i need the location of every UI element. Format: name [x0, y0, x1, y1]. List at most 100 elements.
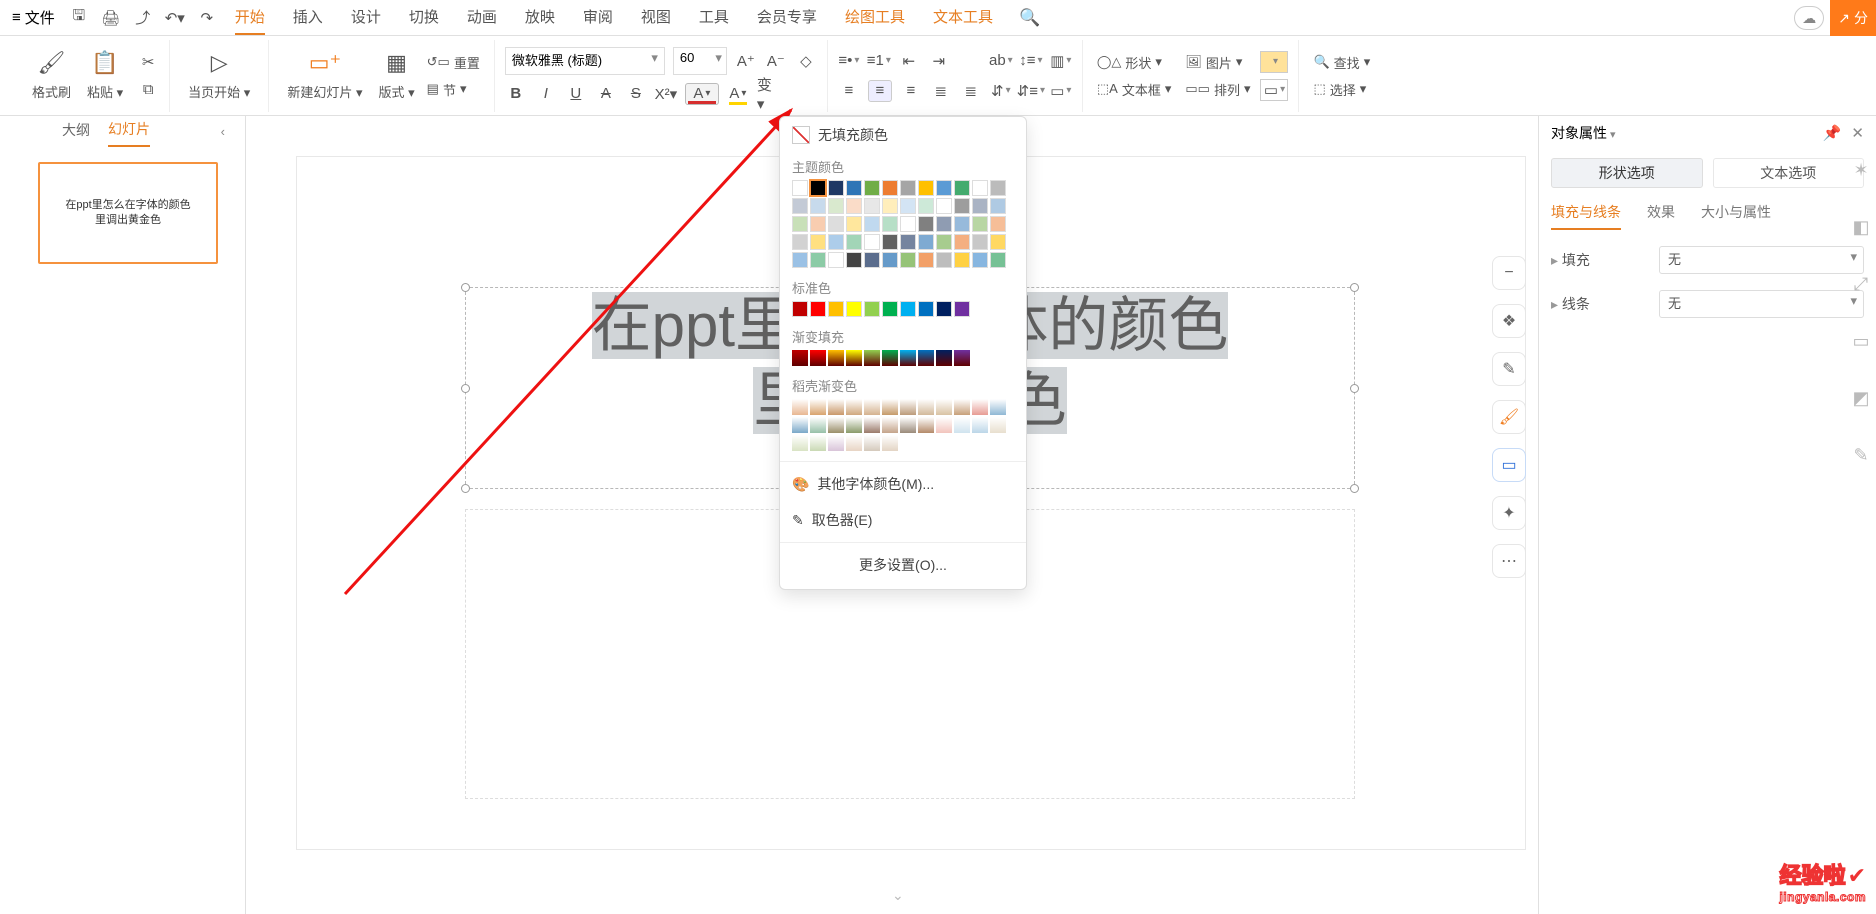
arrange-button[interactable]: ▭▭排列 ▾ [1181, 79, 1254, 100]
numbering-icon[interactable]: ≡1 [868, 50, 890, 72]
color-swatch[interactable] [990, 216, 1006, 232]
close-icon[interactable]: ✕ [1851, 124, 1864, 142]
format-painter-button[interactable]: 🖌格式刷 [24, 50, 79, 101]
cloud-icon[interactable]: ☁ [1794, 6, 1824, 30]
color-swatch[interactable] [792, 198, 808, 214]
align-right-icon[interactable]: ≡ [900, 80, 922, 102]
highlight-button[interactable]: A▾ [727, 83, 749, 105]
find-button[interactable]: 🔍查找 ▾ [1309, 52, 1374, 73]
color-swatch[interactable] [828, 198, 844, 214]
change-case-icon[interactable]: 变▾ [757, 83, 779, 105]
italic-icon[interactable]: I [535, 83, 557, 105]
distribute-icon[interactable]: ≣ [960, 80, 982, 102]
color-swatch[interactable] [972, 198, 988, 214]
tab-texttools[interactable]: 文本工具 [933, 0, 993, 35]
strike-icon[interactable]: A [595, 83, 617, 105]
color-swatch[interactable] [900, 180, 916, 196]
zoom-out-icon[interactable]: − [1492, 256, 1526, 290]
color-swatch[interactable] [900, 234, 916, 250]
strikethrough2-icon[interactable]: S [625, 83, 647, 105]
fill-label[interactable]: 填充 [1551, 250, 1659, 270]
section-button[interactable]: ▤节 ▾ [423, 79, 484, 100]
color-swatch[interactable] [810, 234, 826, 250]
gradient-swatch[interactable] [990, 417, 1006, 433]
dock-icon-3[interactable]: ⤢ [1854, 274, 1868, 295]
gradient-swatch[interactable] [864, 435, 880, 451]
color-swatch[interactable] [936, 301, 952, 317]
color-swatch[interactable] [954, 198, 970, 214]
color-swatch[interactable] [846, 234, 862, 250]
sub-fill-line[interactable]: 填充与线条 [1551, 202, 1621, 230]
eyedrop-icon[interactable]: ✎ [1492, 352, 1526, 386]
gradient-swatch[interactable] [954, 399, 970, 415]
dock-icon-5[interactable]: ◩ [1852, 388, 1869, 409]
gradient-swatch[interactable] [900, 399, 916, 415]
pin-icon[interactable]: 📌 [1823, 124, 1842, 142]
color-swatch[interactable] [882, 180, 898, 196]
reset-button[interactable]: ↺▭重置 [423, 52, 484, 73]
color-swatch[interactable] [864, 301, 880, 317]
color-swatch[interactable] [792, 216, 808, 232]
tab-show[interactable]: 放映 [525, 0, 555, 35]
gradient-swatch[interactable] [792, 417, 808, 433]
color-swatch[interactable] [972, 234, 988, 250]
inc-font-icon[interactable]: A⁺ [735, 50, 757, 72]
valign-icon[interactable]: ⇵ [990, 80, 1012, 102]
select-button[interactable]: ⬚选择 ▾ [1309, 79, 1374, 100]
color-swatch[interactable] [954, 234, 970, 250]
tab-animation[interactable]: 动画 [467, 0, 497, 35]
color-swatch[interactable] [954, 252, 970, 268]
align-left-icon[interactable]: ≡ [838, 80, 860, 102]
align-center-icon[interactable]: ≡ [868, 80, 892, 102]
color-swatch[interactable] [864, 252, 880, 268]
line-label[interactable]: 线条 [1551, 294, 1659, 314]
fill-select[interactable]: 无 [1659, 246, 1864, 274]
gradient-swatch[interactable] [936, 417, 952, 433]
color-swatch[interactable] [792, 301, 808, 317]
gradient-swatch[interactable] [792, 350, 808, 366]
line-spacing-icon[interactable]: ↕≡ [1020, 50, 1042, 72]
gradient-swatch[interactable] [864, 399, 880, 415]
gradient-swatch[interactable] [846, 417, 862, 433]
shapes-button[interactable]: ◯△形状 ▾ [1093, 52, 1176, 73]
gradient-swatch[interactable] [846, 350, 862, 366]
superscript-icon[interactable]: X²▾ [655, 83, 677, 105]
color-swatch[interactable] [864, 180, 880, 196]
search-icon[interactable]: 🔍 [1019, 8, 1040, 28]
color-swatch[interactable] [810, 180, 826, 196]
dock-icon-4[interactable]: ▭ [1852, 331, 1869, 352]
gradient-swatch[interactable] [882, 417, 898, 433]
gradient-swatch[interactable] [900, 350, 916, 366]
panel-tab-outline[interactable]: 大纲 [62, 120, 90, 146]
gradient-swatch[interactable] [792, 399, 808, 415]
color-swatch[interactable] [864, 198, 880, 214]
color-swatch[interactable] [846, 198, 862, 214]
sub-effect[interactable]: 效果 [1647, 202, 1675, 230]
color-swatch[interactable] [810, 216, 826, 232]
align-justify-icon[interactable]: ≣ [930, 80, 952, 102]
play-from-button[interactable]: ▷当页开始 ▾ [180, 50, 258, 101]
bold-icon[interactable]: B [505, 83, 527, 105]
gradient-swatch[interactable] [972, 417, 988, 433]
color-swatch[interactable] [936, 252, 952, 268]
gradient-swatch[interactable] [882, 350, 898, 366]
color-swatch[interactable] [846, 180, 862, 196]
gradient-swatch[interactable] [936, 399, 952, 415]
tab-text-options[interactable]: 文本选项 [1713, 158, 1865, 188]
color-swatch[interactable] [864, 216, 880, 232]
gradient-swatch[interactable] [792, 435, 808, 451]
color-swatch[interactable] [900, 198, 916, 214]
gradient-swatch[interactable] [882, 435, 898, 451]
tab-shape-options[interactable]: 形状选项 [1551, 158, 1703, 188]
gradient-swatch[interactable] [828, 417, 844, 433]
layers-icon[interactable]: ❖ [1492, 304, 1526, 338]
color-swatch[interactable] [972, 252, 988, 268]
picture-button[interactable]: 🖼图片 ▾ [1181, 52, 1254, 73]
color-swatch[interactable] [828, 234, 844, 250]
undo-icon[interactable]: ↶▾ [161, 4, 189, 32]
tab-view[interactable]: 视图 [641, 0, 671, 35]
indent-right-icon[interactable]: ⇥ [928, 50, 950, 72]
share-button[interactable]: ↗分 [1830, 0, 1876, 36]
color-swatch[interactable] [954, 301, 970, 317]
gradient-swatch[interactable] [846, 399, 862, 415]
